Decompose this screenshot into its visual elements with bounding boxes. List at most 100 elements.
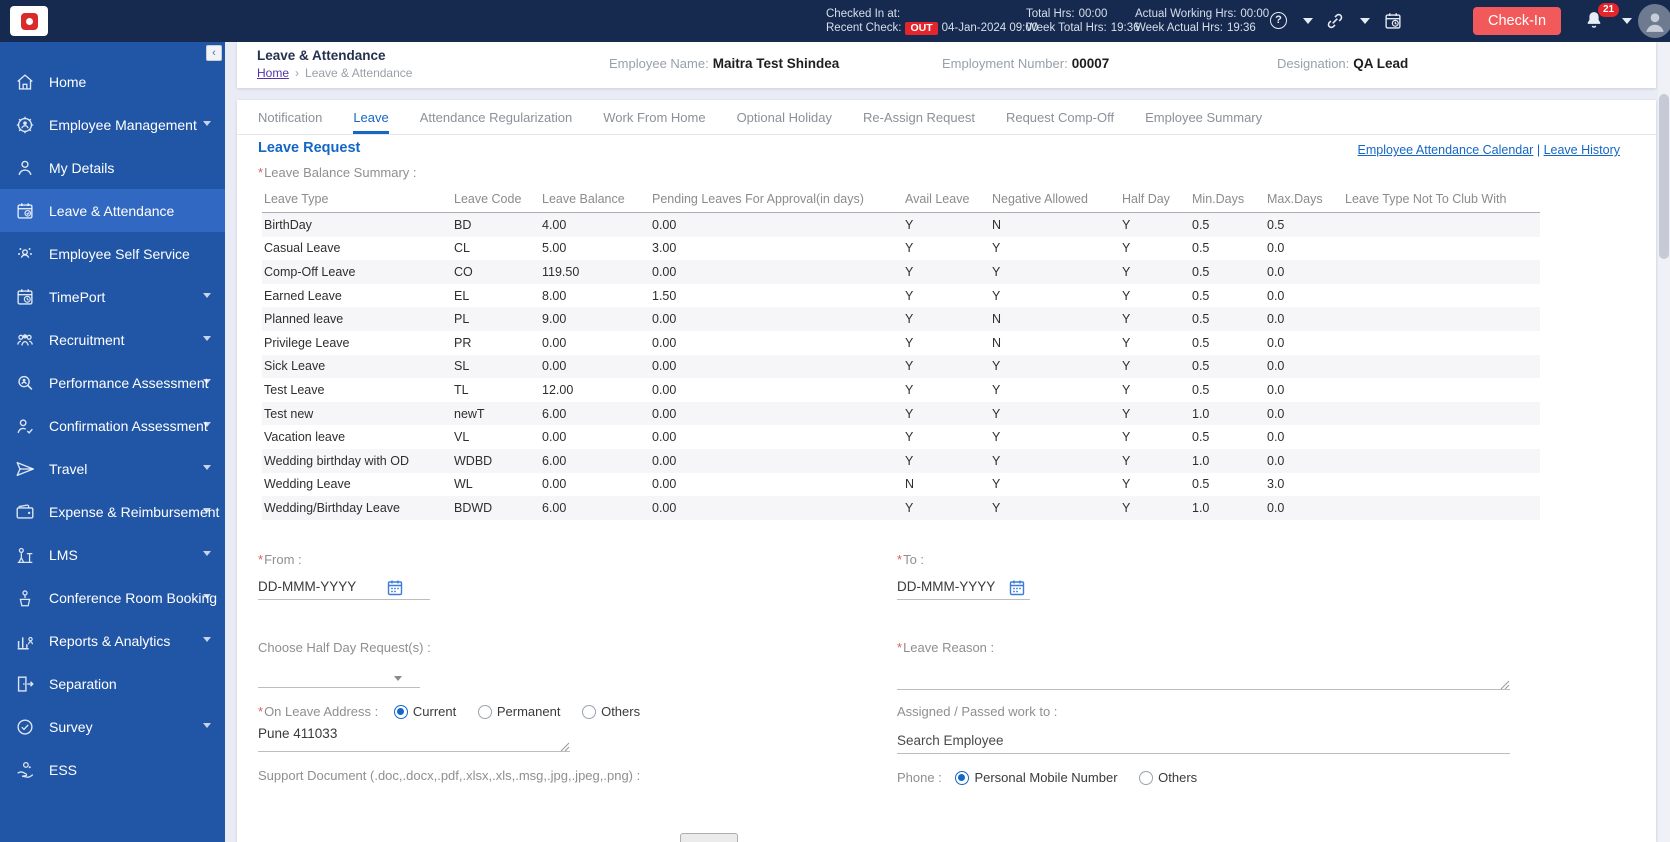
sidebar-item-travel[interactable]: Travel [0, 447, 225, 490]
cell-leave-type: Privilege Leave [264, 335, 350, 350]
scrollbar-thumb[interactable] [1659, 94, 1669, 259]
address-option-current[interactable]: Current [393, 704, 456, 719]
radio-permanent[interactable] [477, 705, 492, 719]
link-icon[interactable] [1324, 10, 1346, 32]
cell-leave-code: newT [454, 406, 485, 421]
app-logo[interactable] [10, 6, 48, 36]
user-avatar[interactable] [1638, 4, 1670, 38]
cell-max-days: 0.0 [1267, 430, 1285, 445]
address-option-permanent[interactable]: Permanent [477, 704, 560, 719]
sidebar-item-leave-attendance[interactable]: Leave & Attendance [0, 189, 225, 232]
cell-negative: Y [992, 264, 1001, 279]
cell-club-with [1343, 237, 1540, 261]
employee-name-value: Maitra Test Shindea [712, 56, 840, 71]
radio-personal-mobile[interactable] [955, 771, 970, 785]
sidebar-item-employee-self-service[interactable]: Employee Self Service [0, 232, 225, 275]
assigned-work-search-input[interactable] [897, 728, 1510, 754]
employment-number-field: Employment Number: 00007 [942, 56, 1110, 71]
cell-leave-type: Test Leave [264, 382, 325, 397]
cell-avail: Y [905, 382, 914, 397]
cell-leave-type: Sick Leave [264, 359, 326, 374]
cell-leave-type: Wedding/Birthday Leave [264, 500, 400, 515]
employment-number-value: 00007 [1071, 56, 1110, 71]
leave-attendance-icon [14, 200, 36, 222]
phone-option-personal[interactable]: Personal Mobile Number [955, 770, 1118, 785]
tab-attendance-regularization[interactable]: Attendance Regularization [420, 100, 573, 134]
sidebar-item-confirmation-assessment[interactable]: Confirmation Assessment [0, 404, 225, 447]
sidebar-item-survey[interactable]: Survey [0, 705, 225, 748]
help-icon[interactable]: ? [1270, 12, 1287, 29]
col-club-with: Leave Type Not To Club With [1343, 188, 1540, 213]
cell-max-days: 0.0 [1267, 382, 1285, 397]
cell-max-days: 0.0 [1267, 288, 1285, 303]
cell-max-days: 0.0 [1267, 264, 1285, 279]
cell-max-days: 0.0 [1267, 312, 1285, 327]
employee-attendance-calendar-link[interactable]: Employee Attendance Calendar [1358, 143, 1534, 157]
help-dropdown-caret-icon[interactable] [1303, 18, 1313, 24]
sidebar-item-conference-room-booking[interactable]: Conference Room Booking [0, 576, 225, 619]
vertical-scrollbar[interactable] [1658, 42, 1670, 842]
sidebar-item-my-details[interactable]: My Details [0, 146, 225, 189]
week-actual-value: 19:36 [1227, 22, 1256, 34]
sidebar-item-timeport[interactable]: TimePort [0, 275, 225, 318]
sidebar-item-ess[interactable]: ESS [0, 748, 225, 791]
sidebar-item-lms[interactable]: LMS [0, 533, 225, 576]
file-upload-button[interactable] [680, 833, 738, 842]
chevron-down-icon [203, 637, 211, 642]
radio-current[interactable] [393, 705, 408, 719]
leave-reason-textarea[interactable] [897, 660, 1510, 690]
sidebar-item-home[interactable]: Home [0, 60, 225, 103]
cell-leave-type: Comp-Off Leave [264, 264, 356, 279]
check-in-button[interactable]: Check-In [1473, 7, 1561, 35]
col-min-days: Min.Days [1190, 188, 1265, 213]
breadcrumb-home-link[interactable]: Home [257, 66, 289, 80]
profile-dropdown-caret-icon[interactable] [1622, 18, 1632, 24]
cell-leave-balance: 0.00 [542, 359, 567, 374]
half-day-dropdown[interactable] [258, 662, 420, 688]
sidebar-collapse-button[interactable]: ‹ [206, 45, 222, 61]
lms-icon [14, 544, 36, 566]
on-leave-address-textarea[interactable]: Pune 411033 [258, 726, 570, 752]
tab-re-assign-request[interactable]: Re-Assign Request [863, 100, 975, 134]
chevron-down-icon [203, 723, 211, 728]
sidebar-item-separation[interactable]: Separation [0, 662, 225, 705]
tab-request-comp-off[interactable]: Request Comp-Off [1006, 100, 1114, 134]
tab-notification[interactable]: Notification [258, 100, 322, 134]
header-links: Employee Attendance Calendar | Leave His… [1358, 143, 1620, 157]
links-dropdown-caret-icon[interactable] [1360, 18, 1370, 24]
table-row: Privilege Leave PR 0.00 0.00 Y N Y 0.5 0… [262, 331, 1540, 355]
designation-value: QA Lead [1353, 56, 1409, 71]
cell-leave-balance: 0.00 [542, 477, 567, 492]
table-row: Wedding birthday with OD WDBD 6.00 0.00 … [262, 448, 1540, 473]
cell-negative: N [992, 335, 1002, 350]
to-date-calendar-icon[interactable] [1009, 579, 1025, 596]
sidebar-item-performance-assessment[interactable]: Performance Assessment [0, 361, 225, 404]
from-date-input[interactable] [258, 574, 430, 600]
tab-optional-holiday[interactable]: Optional Holiday [737, 100, 832, 134]
tab-work-from-home[interactable]: Work From Home [603, 100, 705, 134]
cell-min-days: 0.5 [1192, 477, 1210, 492]
tab-employee-summary[interactable]: Employee Summary [1145, 100, 1262, 134]
radio-phone-others[interactable] [1139, 771, 1154, 785]
main-content: Leave & Attendance Home › Leave & Attendan… [225, 42, 1670, 842]
cell-half-day: Y [1122, 359, 1131, 374]
chevron-down-icon [203, 379, 211, 384]
cell-pending: 0.00 [652, 264, 677, 279]
sidebar-item-employee-management[interactable]: Employee Management [0, 103, 225, 146]
cell-club-with [1343, 213, 1540, 237]
sidebar-item-reports-analytics[interactable]: Reports & Analytics [0, 619, 225, 662]
from-date-calendar-icon[interactable] [387, 579, 403, 596]
cell-min-days: 0.5 [1192, 359, 1210, 374]
address-option-others[interactable]: Others [582, 704, 640, 719]
sidebar-item-recruitment[interactable]: Recruitment [0, 318, 225, 361]
tab-leave[interactable]: Leave [353, 100, 388, 134]
phone-option-others[interactable]: Others [1139, 770, 1197, 785]
table-row: Casual Leave CL 5.00 3.00 Y Y Y 0.5 0.0 [262, 237, 1540, 261]
chevron-down-icon [203, 551, 211, 556]
leave-history-link[interactable]: Leave History [1544, 143, 1620, 157]
cell-min-days: 0.5 [1192, 430, 1210, 445]
expense-reimbursement-icon [14, 501, 36, 523]
attendance-calendar-icon[interactable] [1382, 10, 1404, 32]
radio-others[interactable] [582, 705, 597, 719]
sidebar-item-expense-reimbursement[interactable]: Expense & Reimbursement [0, 490, 225, 533]
